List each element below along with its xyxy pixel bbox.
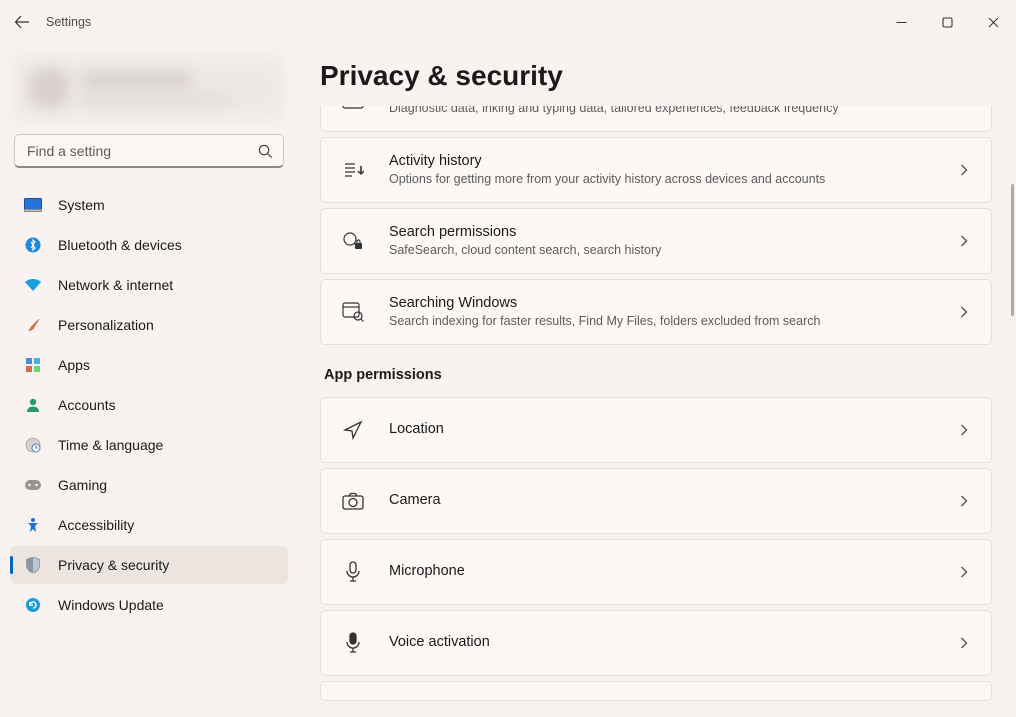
- profile-email-placeholder: [82, 94, 232, 104]
- card-title: Camera: [389, 492, 955, 508]
- gamepad-icon: [24, 476, 42, 494]
- person-icon: [24, 396, 42, 414]
- card-subtitle: Diagnostic data, inking and typing data,…: [389, 106, 955, 116]
- section-header-app-permissions: App permissions: [324, 367, 992, 383]
- card-location[interactable]: Location: [320, 397, 992, 463]
- page-title: Privacy & security: [320, 60, 992, 92]
- sidebar-item-network[interactable]: Network & internet: [10, 266, 288, 304]
- wifi-icon: [24, 276, 42, 294]
- card-partial-next[interactable]: [320, 681, 992, 701]
- sidebar-item-time-language[interactable]: Time & language: [10, 426, 288, 464]
- sidebar: System Bluetooth & devices Network & int…: [0, 44, 296, 717]
- search-window-icon: [339, 302, 367, 322]
- globe-clock-icon: [24, 436, 42, 454]
- sidebar-item-windows-update[interactable]: Windows Update: [10, 586, 288, 624]
- sidebar-item-label: Personalization: [58, 317, 154, 333]
- sidebar-item-system[interactable]: System: [10, 186, 288, 224]
- sidebar-item-label: Network & internet: [58, 277, 173, 293]
- card-camera[interactable]: Camera: [320, 468, 992, 534]
- card-title: Microphone: [389, 563, 955, 579]
- voice-icon: [339, 632, 367, 654]
- card-title: Activity history: [389, 153, 955, 169]
- window-title: Settings: [46, 15, 91, 29]
- history-icon: [339, 160, 367, 180]
- sidebar-item-label: Windows Update: [58, 597, 164, 613]
- search-icon: [258, 144, 273, 159]
- sidebar-item-label: Privacy & security: [58, 557, 169, 573]
- card-subtitle: SafeSearch, cloud content search, search…: [389, 242, 955, 258]
- sidebar-item-label: Accessibility: [58, 517, 134, 533]
- sidebar-item-gaming[interactable]: Gaming: [10, 466, 288, 504]
- back-button[interactable]: [10, 10, 34, 34]
- card-title: Location: [389, 421, 955, 437]
- card-title: Searching Windows: [389, 295, 955, 311]
- close-button[interactable]: [970, 6, 1016, 38]
- microphone-icon: [339, 561, 367, 583]
- bluetooth-icon: [24, 236, 42, 254]
- nav: System Bluetooth & devices Network & int…: [10, 186, 288, 624]
- heartbeat-icon: [339, 106, 367, 109]
- card-diagnostics-feedback[interactable]: Diagnostics & feedback Diagnostic data, …: [320, 106, 992, 132]
- sidebar-item-label: Apps: [58, 357, 90, 373]
- chevron-right-icon: [955, 235, 973, 247]
- search-button[interactable]: [250, 136, 280, 166]
- card-searching-windows[interactable]: Searching Windows Search indexing for fa…: [320, 279, 992, 345]
- accessibility-icon: [24, 516, 42, 534]
- card-search-permissions[interactable]: Search permissions SafeSearch, cloud con…: [320, 208, 992, 274]
- location-icon: [339, 420, 367, 440]
- avatar: [28, 67, 70, 109]
- card-subtitle: Options for getting more from your activ…: [389, 171, 955, 187]
- update-icon: [24, 596, 42, 614]
- profile-name-placeholder: [82, 72, 192, 88]
- profile-card[interactable]: [14, 56, 284, 120]
- sidebar-item-privacy-security[interactable]: Privacy & security: [10, 546, 288, 584]
- monitor-icon: [24, 196, 42, 214]
- sidebar-item-apps[interactable]: Apps: [10, 346, 288, 384]
- titlebar: Settings: [0, 0, 1016, 44]
- sidebar-item-personalization[interactable]: Personalization: [10, 306, 288, 344]
- card-voice-activation[interactable]: Voice activation: [320, 610, 992, 676]
- minimize-button[interactable]: [878, 6, 924, 38]
- sidebar-item-bluetooth[interactable]: Bluetooth & devices: [10, 226, 288, 264]
- maximize-button[interactable]: [924, 6, 970, 38]
- sidebar-item-label: Time & language: [58, 437, 163, 453]
- camera-icon: [339, 492, 367, 510]
- scrollbar-thumb[interactable]: [1011, 184, 1014, 316]
- chevron-right-icon: [955, 164, 973, 176]
- card-title: Search permissions: [389, 224, 955, 240]
- sidebar-item-accounts[interactable]: Accounts: [10, 386, 288, 424]
- sidebar-item-label: System: [58, 197, 105, 213]
- chevron-right-icon: [955, 306, 973, 318]
- card-subtitle: Search indexing for faster results, Find…: [389, 313, 955, 329]
- sidebar-item-label: Bluetooth & devices: [58, 237, 182, 253]
- search-lock-icon: [339, 231, 367, 251]
- search-input[interactable]: [14, 134, 284, 168]
- card-title: Voice activation: [389, 634, 955, 650]
- card-activity-history[interactable]: Activity history Options for getting mor…: [320, 137, 992, 203]
- shield-icon: [24, 556, 42, 574]
- chevron-right-icon: [955, 637, 973, 649]
- card-microphone[interactable]: Microphone: [320, 539, 992, 605]
- chevron-right-icon: [955, 566, 973, 578]
- scroll-area[interactable]: Diagnostics & feedback Diagnostic data, …: [320, 106, 992, 717]
- chevron-right-icon: [955, 424, 973, 436]
- apps-icon: [24, 356, 42, 374]
- sidebar-item-label: Gaming: [58, 477, 107, 493]
- main: Privacy & security Diagnostics & feedbac…: [296, 44, 1016, 717]
- chevron-right-icon: [955, 495, 973, 507]
- brush-icon: [24, 316, 42, 334]
- sidebar-item-label: Accounts: [58, 397, 116, 413]
- sidebar-item-accessibility[interactable]: Accessibility: [10, 506, 288, 544]
